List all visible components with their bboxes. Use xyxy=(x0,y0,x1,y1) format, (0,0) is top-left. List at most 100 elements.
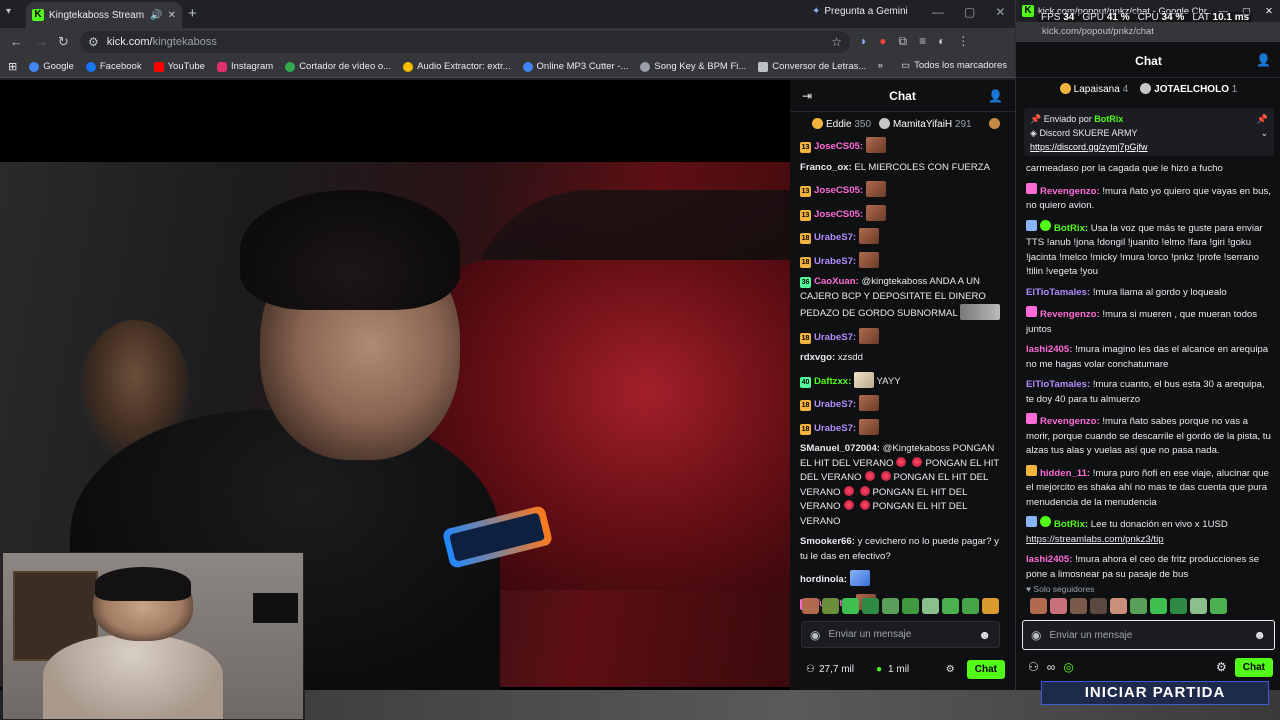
chat-username[interactable]: Revengenzo: xyxy=(1040,309,1100,320)
bookmark-star-icon[interactable]: ☆ xyxy=(831,35,842,49)
popout-message-input[interactable]: ◉ ☻ xyxy=(1022,620,1275,650)
chat-username[interactable]: UrabeS7: xyxy=(814,423,856,434)
emoji-picker-icon[interactable]: ☻ xyxy=(1253,628,1266,642)
puzzle-extensions-icon[interactable]: ⧉ xyxy=(899,34,908,49)
chat-username[interactable]: hidden_11: xyxy=(1040,468,1090,479)
chat-message-input[interactable]: ◉ ☻ xyxy=(801,621,1000,648)
gifter-mamita[interactable]: MamitaYifaiH 291 xyxy=(879,118,972,130)
pinned-link[interactable]: https://discord.gg/zymj7pGjfw xyxy=(1030,142,1148,152)
bookmark-youtube[interactable]: YouTube xyxy=(153,61,205,72)
apps-grid-icon[interactable]: ⊞ xyxy=(8,60,17,73)
emoji-picker-icon[interactable]: ☻ xyxy=(978,628,991,642)
site-info-icon[interactable]: ⚙ xyxy=(88,35,99,49)
chat-link[interactable]: https://streamlabs.com/pnkz3/tip xyxy=(1026,534,1164,545)
gifter-lapaisana[interactable]: Lapaisana 4 xyxy=(1059,83,1128,95)
emote-icon[interactable] xyxy=(982,598,999,614)
chat-username[interactable]: BotRix: xyxy=(1054,223,1088,234)
emote-icon[interactable] xyxy=(1050,598,1067,614)
emote-icon[interactable] xyxy=(942,598,959,614)
chat-username[interactable]: SManuel_072004: xyxy=(800,443,880,454)
emote-icon[interactable] xyxy=(1150,598,1167,614)
emote-icon[interactable] xyxy=(862,598,879,614)
emote-icon[interactable] xyxy=(1210,598,1227,614)
chat-username[interactable]: BotRix: xyxy=(1054,519,1088,530)
minimize-icon[interactable]: — xyxy=(932,5,944,19)
audio-extension-icon[interactable]: ◗ xyxy=(860,34,867,49)
chat-username[interactable]: hordinola: xyxy=(800,574,847,585)
reload-icon[interactable]: ↻ xyxy=(58,34,69,50)
chat-username[interactable]: Daftzxx: xyxy=(814,376,851,387)
bookmark-video-cutter[interactable]: Cortador de vídeo o... xyxy=(285,61,391,72)
emote-icon[interactable] xyxy=(842,598,859,614)
emote-icon[interactable] xyxy=(1190,598,1207,614)
chat-username[interactable]: CaoXuan: xyxy=(814,276,859,287)
chat-username[interactable]: UrabeS7: xyxy=(814,399,856,410)
close-window-icon[interactable]: ✕ xyxy=(995,5,1005,19)
bookmark-song-key[interactable]: Song Key & BPM Fi... xyxy=(640,61,746,72)
popout-settings-icon[interactable]: ⚙ xyxy=(1216,660,1227,674)
emote-icon[interactable] xyxy=(1170,598,1187,614)
start-match-button[interactable]: INICIAR PARTIDA xyxy=(1041,681,1269,705)
chat-username[interactable]: JoseCS05: xyxy=(814,185,863,196)
chat-username[interactable]: lashi2405: xyxy=(1026,554,1072,565)
emote-icon[interactable] xyxy=(1130,598,1147,614)
chat-username[interactable]: UrabeS7: xyxy=(814,256,856,267)
back-icon[interactable]: ← xyxy=(10,34,23,49)
forward-icon[interactable]: → xyxy=(35,34,48,49)
chat-username[interactable]: Franco_ox: xyxy=(800,162,852,173)
bookmark-letter-converter[interactable]: Conversor de Letras... xyxy=(758,61,866,72)
chat-username[interactable]: Revengenzo: xyxy=(1040,186,1100,197)
chat-username[interactable]: rdxvgo: xyxy=(800,352,835,363)
tab-close-icon[interactable]: ✕ xyxy=(168,10,176,21)
unpin-icon[interactable]: 📌 xyxy=(1257,112,1268,126)
chat-username[interactable]: Revengenzo: xyxy=(1040,416,1100,427)
chat-users-icon[interactable]: 👤 xyxy=(988,89,1003,103)
maximize-icon[interactable]: ▢ xyxy=(964,5,975,19)
all-bookmarks[interactable]: » ▭ Todos los marcadores xyxy=(878,60,1007,71)
pinned-bot[interactable]: BotRix xyxy=(1094,114,1123,124)
speaker-icon[interactable]: 🔊 xyxy=(150,10,162,21)
emote-icon[interactable] xyxy=(1070,598,1087,614)
chat-username[interactable]: ElTioTamales: xyxy=(1026,379,1090,390)
gifter-jotaelcholo[interactable]: JOTAELCHOLO 1 xyxy=(1140,83,1237,95)
popout-message-field[interactable] xyxy=(1049,629,1246,641)
popout-chat-messages[interactable]: carmeadaso por la cagada que le hizo a f… xyxy=(1026,162,1274,582)
expand-pinned-icon[interactable]: ⌄ xyxy=(1260,126,1268,140)
chat-username[interactable]: JoseCS05: xyxy=(814,141,863,152)
address-bar[interactable]: ⚙ kick.com/kingtekaboss ☆ xyxy=(80,31,850,53)
chat-username[interactable]: ElTioTamales: xyxy=(1026,287,1090,298)
bookmark-google[interactable]: Google xyxy=(29,61,74,72)
chat-username[interactable]: UrabeS7: xyxy=(814,332,856,343)
chat-username[interactable]: UrabeS7: xyxy=(814,232,856,243)
chat-messages[interactable]: 13 JoseCS05: Franco_ox: EL MIERCOLES CON … xyxy=(800,137,1005,657)
emote-icon[interactable] xyxy=(822,598,839,614)
bookmark-instagram[interactable]: Instagram xyxy=(216,61,273,72)
emote-icon[interactable] xyxy=(1090,598,1107,614)
message-field[interactable] xyxy=(828,629,971,640)
bookmark-mp3-cutter[interactable]: Online MP3 Cutter -... xyxy=(522,61,628,72)
emote-icon[interactable] xyxy=(962,598,979,614)
bookmark-facebook[interactable]: Facebook xyxy=(85,61,142,72)
popout-users-icon[interactable]: 👤 xyxy=(1256,53,1271,67)
emote-icon[interactable] xyxy=(882,598,899,614)
profile-avatar-icon[interactable]: ◐ xyxy=(938,34,945,49)
chat-username[interactable]: lashi2405: xyxy=(1026,344,1072,355)
chat-username[interactable]: Smooker66: xyxy=(800,536,855,547)
popout-send-button[interactable]: Chat xyxy=(1234,657,1273,677)
gemini-button[interactable]: ✦ Pregunta a Gemini xyxy=(812,6,908,17)
emote-icon[interactable] xyxy=(1030,598,1047,614)
chat-settings-icon[interactable]: ⚙ xyxy=(946,664,955,675)
emote-icon[interactable] xyxy=(922,598,939,614)
emote-icon[interactable] xyxy=(1110,598,1127,614)
chat-username[interactable]: JoseCS05: xyxy=(814,209,863,220)
tab-search-icon[interactable]: ▾ xyxy=(6,6,11,17)
reading-list-icon[interactable]: ≡ xyxy=(919,34,926,49)
emote-icon[interactable] xyxy=(902,598,919,614)
new-tab-icon[interactable]: + xyxy=(188,5,197,22)
chevron-right-icon[interactable]: » xyxy=(878,60,883,71)
tab-kick-stream[interactable]: K Kingtekaboss Stream - Wat 🔊 ✕ xyxy=(26,2,182,28)
popout-close-icon[interactable]: ✕ xyxy=(1265,6,1273,17)
browser-menu-icon[interactable]: ⋮ xyxy=(957,34,969,49)
gifter-eddie[interactable]: Eddie 350 xyxy=(812,118,871,130)
bookmark-audio-extractor[interactable]: Audio Extractor: extr... xyxy=(403,61,511,72)
